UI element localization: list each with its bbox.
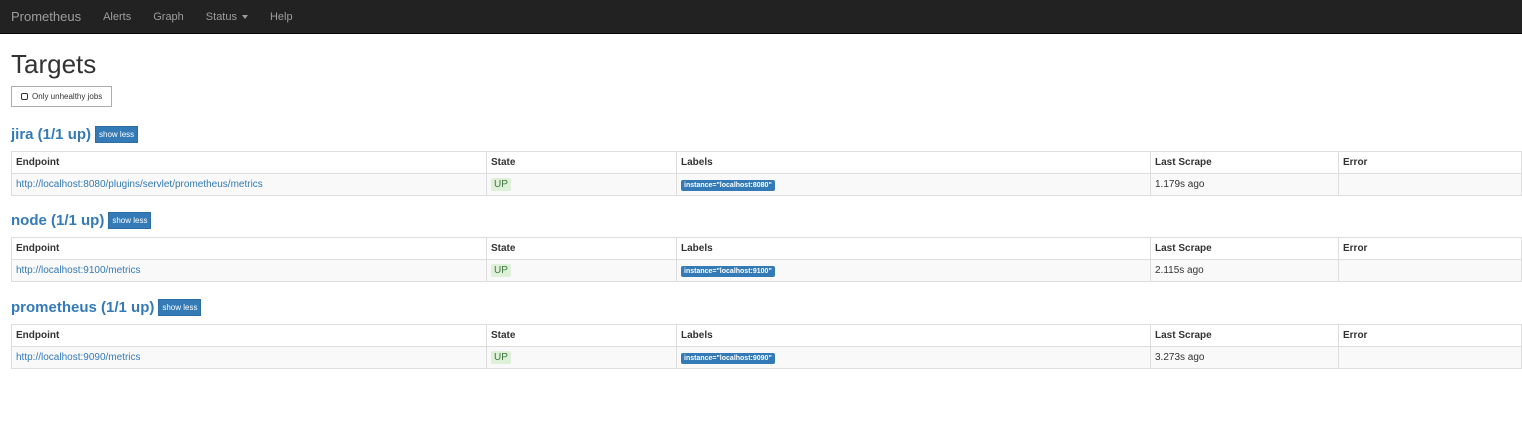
targets-table: Endpoint State Labels Last Scrape Error … xyxy=(11,237,1522,282)
labels-cell: instance="localhost:9090" xyxy=(676,346,1151,369)
page-title: Targets xyxy=(11,49,97,79)
state-badge: UP xyxy=(491,351,511,364)
endpoint-link[interactable]: http://localhost:9100/metrics xyxy=(16,265,141,276)
table-header-row: Endpoint State Labels Last Scrape Error xyxy=(11,324,1522,347)
main-content: Targets Only unhealthy jobs jira (1/1 up… xyxy=(0,48,1522,369)
last-scrape-cell: 3.273s ago xyxy=(1150,346,1339,369)
nav-status-dropdown[interactable]: Status xyxy=(195,0,259,33)
header-labels: Labels xyxy=(676,151,1151,174)
job-header: jira (1/1 up) show less xyxy=(11,125,1522,143)
nav-alerts[interactable]: Alerts xyxy=(92,0,142,33)
navbar: Prometheus Alerts Graph Status Help xyxy=(0,0,1522,34)
header-last-scrape: Last Scrape xyxy=(1150,151,1339,174)
header-state: State xyxy=(486,324,677,347)
state-badge: UP xyxy=(491,178,511,191)
label-badge: instance="localhost:9090" xyxy=(681,352,775,364)
filter-label: Only unhealthy jobs xyxy=(32,92,103,101)
state-cell: UP xyxy=(486,259,677,282)
show-less-button[interactable]: show less xyxy=(95,125,139,143)
targets-table: Endpoint State Labels Last Scrape Error … xyxy=(11,324,1522,369)
nav-graph[interactable]: Graph xyxy=(142,0,195,33)
only-unhealthy-jobs-button[interactable]: Only unhealthy jobs xyxy=(11,86,113,107)
show-less-button[interactable]: show less xyxy=(108,211,152,229)
error-cell xyxy=(1338,259,1522,282)
labels-cell: instance="localhost:9100" xyxy=(676,259,1151,282)
header-error: Error xyxy=(1338,324,1522,347)
table-row: http://localhost:9090/metrics UP instanc… xyxy=(11,346,1522,369)
targets-table: Endpoint State Labels Last Scrape Error … xyxy=(11,151,1522,196)
table-header-row: Endpoint State Labels Last Scrape Error xyxy=(11,237,1522,260)
endpoint-link[interactable]: http://localhost:8080/plugins/servlet/pr… xyxy=(16,179,263,190)
job-header: prometheus (1/1 up) show less xyxy=(11,298,1522,316)
header-state: State xyxy=(486,151,677,174)
brand-link[interactable]: Prometheus xyxy=(0,0,92,33)
job-title-link[interactable]: jira (1/1 up) xyxy=(11,126,91,143)
error-cell xyxy=(1338,173,1522,196)
show-less-button[interactable]: show less xyxy=(158,298,202,316)
endpoint-cell: http://localhost:9100/metrics xyxy=(11,259,487,282)
header-labels: Labels xyxy=(676,237,1151,260)
header-last-scrape: Last Scrape xyxy=(1150,237,1339,260)
nav-help[interactable]: Help xyxy=(259,0,304,33)
job-header: node (1/1 up) show less xyxy=(11,211,1522,229)
label-badge: instance="localhost:8080" xyxy=(681,179,775,191)
table-row: http://localhost:8080/plugins/servlet/pr… xyxy=(11,173,1522,196)
last-scrape-cell: 2.115s ago xyxy=(1150,259,1339,282)
job-section-jira: jira (1/1 up) show less Endpoint State L… xyxy=(11,125,1522,196)
caret-down-icon xyxy=(241,14,248,19)
job-title-link[interactable]: prometheus (1/1 up) xyxy=(11,299,154,316)
job-section-prometheus: prometheus (1/1 up) show less Endpoint S… xyxy=(11,298,1522,369)
state-cell: UP xyxy=(486,346,677,369)
state-cell: UP xyxy=(486,173,677,196)
header-last-scrape: Last Scrape xyxy=(1150,324,1339,347)
job-title-link[interactable]: node (1/1 up) xyxy=(11,212,104,229)
endpoint-cell: http://localhost:9090/metrics xyxy=(11,346,487,369)
header-endpoint: Endpoint xyxy=(11,237,487,260)
error-cell xyxy=(1338,346,1522,369)
endpoint-cell: http://localhost:8080/plugins/servlet/pr… xyxy=(11,173,487,196)
labels-cell: instance="localhost:8080" xyxy=(676,173,1151,196)
table-header-row: Endpoint State Labels Last Scrape Error xyxy=(11,151,1522,174)
endpoint-link[interactable]: http://localhost:9090/metrics xyxy=(16,352,141,363)
checkbox-icon xyxy=(21,93,28,100)
header-state: State xyxy=(486,237,677,260)
header-error: Error xyxy=(1338,151,1522,174)
header-labels: Labels xyxy=(676,324,1151,347)
state-badge: UP xyxy=(491,264,511,277)
label-badge: instance="localhost:9100" xyxy=(681,265,775,277)
header-error: Error xyxy=(1338,237,1522,260)
header-endpoint: Endpoint xyxy=(11,151,487,174)
job-section-node: node (1/1 up) show less Endpoint State L… xyxy=(11,211,1522,282)
last-scrape-cell: 1.179s ago xyxy=(1150,173,1339,196)
nav-status-label: Status xyxy=(205,10,237,23)
table-row: http://localhost:9100/metrics UP instanc… xyxy=(11,259,1522,282)
header-endpoint: Endpoint xyxy=(11,324,487,347)
